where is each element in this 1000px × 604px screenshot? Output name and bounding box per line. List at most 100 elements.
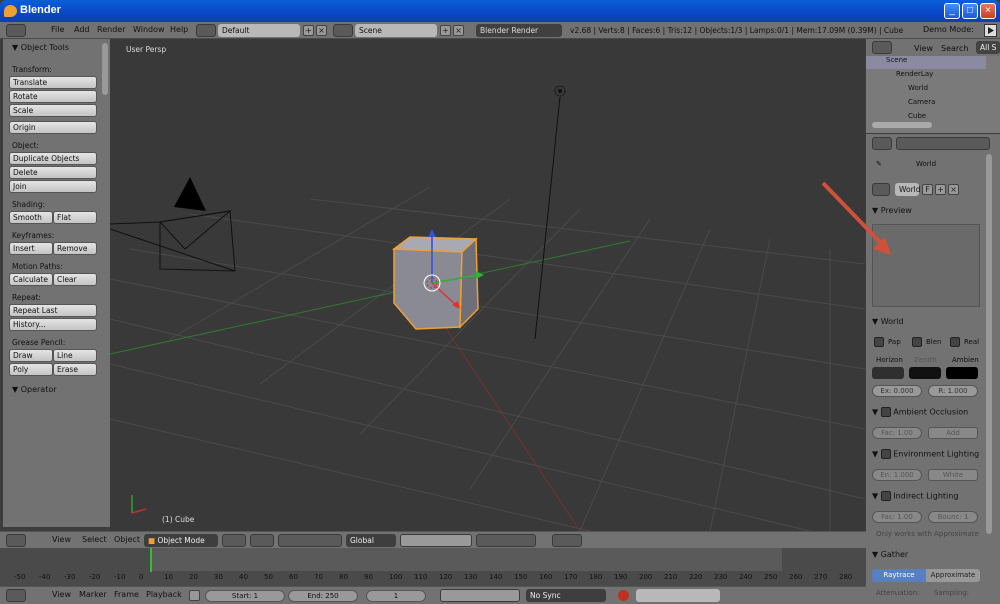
tree-item-scene[interactable]: Scene xyxy=(866,56,986,69)
menu-search[interactable]: Search xyxy=(941,44,968,53)
smooth-button[interactable]: Smooth xyxy=(9,211,53,224)
mode-select[interactable]: ■ Object Mode xyxy=(144,534,218,547)
add-scene-button[interactable]: + xyxy=(440,25,451,36)
menu-help[interactable]: Help xyxy=(170,25,188,34)
menu-render[interactable]: Render xyxy=(97,25,125,34)
translate-button[interactable]: Translate xyxy=(9,76,97,89)
editor-type-icon[interactable] xyxy=(6,589,26,602)
context-tabs[interactable] xyxy=(896,137,990,150)
fake-user-button[interactable]: F xyxy=(922,184,933,195)
record-icon[interactable] xyxy=(618,590,629,601)
preview-range-icon[interactable] xyxy=(189,590,200,601)
world-name-field[interactable]: World xyxy=(895,183,921,196)
calculate-button[interactable]: Calculate xyxy=(9,273,53,286)
sync-select[interactable]: No Sync xyxy=(526,589,606,602)
unlink-world-button[interactable]: × xyxy=(948,184,959,195)
zenith-color-swatch[interactable] xyxy=(909,367,941,379)
viewport-shading-icon[interactable] xyxy=(222,534,246,547)
playback-controls[interactable] xyxy=(440,589,520,602)
scene-icon[interactable] xyxy=(333,24,353,37)
remove-scene-button[interactable]: × xyxy=(453,25,464,36)
end-frame-field[interactable]: End: 250 xyxy=(288,590,358,602)
properties-scrollbar[interactable] xyxy=(986,154,992,534)
menu-marker[interactable]: Marker xyxy=(79,590,107,599)
ao-panel-header[interactable]: ▼ Ambient Occlusion xyxy=(872,407,968,417)
pivot-point-icon[interactable] xyxy=(250,534,274,547)
real-sky-checkbox[interactable] xyxy=(950,337,960,347)
repeat-last-button[interactable]: Repeat Last xyxy=(9,304,97,317)
close-button[interactable]: × xyxy=(980,3,996,19)
menu-view[interactable]: View xyxy=(52,535,71,544)
menu-view[interactable]: View xyxy=(52,590,71,599)
add-world-button[interactable]: + xyxy=(935,184,946,195)
menu-file[interactable]: File xyxy=(51,25,64,34)
maximize-button[interactable]: □ xyxy=(962,3,978,19)
3d-viewport[interactable]: User Persp (1) Cube xyxy=(110,39,865,531)
history-button[interactable]: History... xyxy=(9,318,97,331)
current-frame-field[interactable]: 1 xyxy=(366,590,426,602)
tree-item-camera[interactable]: Camera xyxy=(866,98,935,111)
scale-button[interactable]: Scale xyxy=(9,104,97,117)
start-frame-field[interactable]: Start: 1 xyxy=(205,590,285,602)
rotate-button[interactable]: Rotate xyxy=(9,90,97,103)
timeline[interactable]: -50 -40 -30 -20 -10 0 10 20 30 40 50 60 70 80 90 100 110… xyxy=(0,548,1000,586)
draw-button[interactable]: Draw xyxy=(9,349,53,362)
scene-field[interactable]: Scene xyxy=(355,24,437,37)
editor-type-icon[interactable] xyxy=(6,24,26,37)
flat-button[interactable]: Flat xyxy=(53,211,97,224)
render-engine-select[interactable]: Blender Render xyxy=(476,24,562,37)
line-button[interactable]: Line xyxy=(53,349,97,362)
env-panel-header[interactable]: ▼ Environment Lighting xyxy=(872,449,979,459)
poly-button[interactable]: Poly xyxy=(9,363,53,376)
operator-header[interactable]: ▼ Operator xyxy=(12,385,57,394)
add-layout-button[interactable]: + xyxy=(303,25,314,36)
env-energy-field[interactable]: En: 1.000 xyxy=(872,469,922,481)
minimize-button[interactable]: _ xyxy=(944,3,960,19)
erase-button[interactable]: Erase xyxy=(53,363,97,376)
ao-blend-select[interactable]: Add xyxy=(928,427,978,439)
world-panel-header[interactable]: ▼ World xyxy=(872,317,904,326)
menu-frame[interactable]: Frame xyxy=(114,590,139,599)
tree-item-world[interactable]: World xyxy=(866,84,928,97)
render-icons[interactable] xyxy=(552,534,582,547)
insert-keyframe-button[interactable]: Insert xyxy=(9,242,53,255)
delete-button[interactable]: Delete xyxy=(9,166,97,179)
pin-icon[interactable]: ✎ xyxy=(876,160,882,168)
toolshelf-scrollbar[interactable] xyxy=(102,43,108,95)
paper-sky-checkbox[interactable] xyxy=(874,337,884,347)
menu-add[interactable]: Add xyxy=(74,25,90,34)
ambient-color-swatch[interactable] xyxy=(946,367,978,379)
orientation-select[interactable]: Global xyxy=(346,534,396,547)
range-field[interactable]: R: 1.000 xyxy=(928,385,978,397)
snap-icons[interactable] xyxy=(476,534,536,547)
remove-layout-button[interactable]: × xyxy=(316,25,327,36)
env-color-select[interactable]: White xyxy=(928,469,978,481)
approximate-button[interactable]: Approximate xyxy=(926,569,980,582)
join-button[interactable]: Join xyxy=(9,180,97,193)
screen-layout-icon[interactable] xyxy=(196,24,216,37)
keying-set-field[interactable] xyxy=(636,589,720,602)
duplicate-objects-button[interactable]: Duplicate Objects xyxy=(9,152,97,165)
gather-panel-header[interactable]: ▼ Gather xyxy=(872,550,908,559)
exposure-field[interactable]: Ex: 0.000 xyxy=(872,385,922,397)
layout-field[interactable]: Default xyxy=(218,24,300,37)
origin-button[interactable]: Origin xyxy=(9,121,97,134)
indirect-factor-field[interactable]: Fac: 1.00 xyxy=(872,511,922,523)
display-mode-select[interactable]: All S xyxy=(976,41,1000,54)
tree-item-renderlayers[interactable]: RenderLay xyxy=(866,70,933,83)
menu-window[interactable]: Window xyxy=(133,25,165,34)
indirect-panel-header[interactable]: ▼ Indirect Lighting xyxy=(872,491,958,501)
outliner-hscrollbar[interactable] xyxy=(872,122,932,128)
editor-type-icon[interactable] xyxy=(872,137,892,150)
object-tools-header[interactable]: ▼ Object Tools xyxy=(12,43,69,52)
menu-object[interactable]: Object xyxy=(114,535,140,544)
ao-factor-field[interactable]: Fac: 1.00 xyxy=(872,427,922,439)
remove-keyframe-button[interactable]: Remove xyxy=(53,242,97,255)
play-demo-icon[interactable] xyxy=(984,24,997,37)
current-frame-marker[interactable] xyxy=(150,548,152,572)
manipulator-icons[interactable] xyxy=(278,534,342,547)
blend-sky-checkbox[interactable] xyxy=(912,337,922,347)
horizon-color-swatch[interactable] xyxy=(872,367,904,379)
clear-button[interactable]: Clear xyxy=(53,273,97,286)
menu-view[interactable]: View xyxy=(914,44,933,53)
